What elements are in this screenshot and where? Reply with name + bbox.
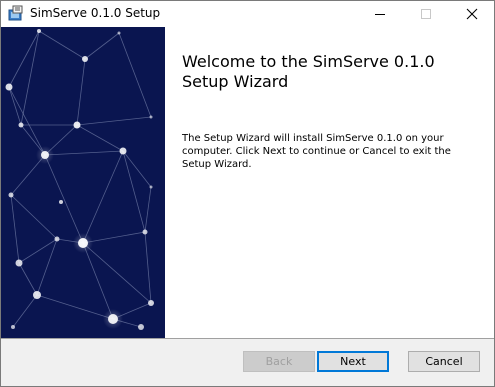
setup-wizard-window: SimServe 0.1.0 Setup Welcome to the SimS… <box>0 0 495 387</box>
wizard-button-bar: Back Next Cancel <box>1 338 494 386</box>
close-icon <box>466 8 478 20</box>
maximize-button[interactable] <box>403 1 449 27</box>
welcome-description: The Setup Wizard will install SimServe 0… <box>182 133 451 170</box>
welcome-heading: Welcome to the SimServe 0.1.0 Setup Wiza… <box>182 52 435 91</box>
back-button[interactable]: Back <box>243 351 315 372</box>
next-button-label: Next <box>340 355 366 368</box>
installer-icon <box>8 5 24 22</box>
minimize-icon <box>375 14 385 15</box>
title-bar[interactable]: SimServe 0.1.0 Setup <box>1 1 494 27</box>
close-button[interactable] <box>449 1 494 27</box>
minimize-button[interactable] <box>357 1 403 27</box>
wizard-banner-image <box>1 27 165 338</box>
welcome-panel: Welcome to the SimServe 0.1.0 Setup Wiza… <box>165 27 494 338</box>
cancel-button[interactable]: Cancel <box>408 351 480 372</box>
network-constellation-graphic <box>5 29 154 330</box>
cancel-button-label: Cancel <box>425 355 463 368</box>
window-title: SimServe 0.1.0 Setup <box>30 6 161 20</box>
maximize-icon <box>421 9 431 19</box>
next-button[interactable]: Next <box>317 351 389 372</box>
back-button-label: Back <box>265 355 293 368</box>
